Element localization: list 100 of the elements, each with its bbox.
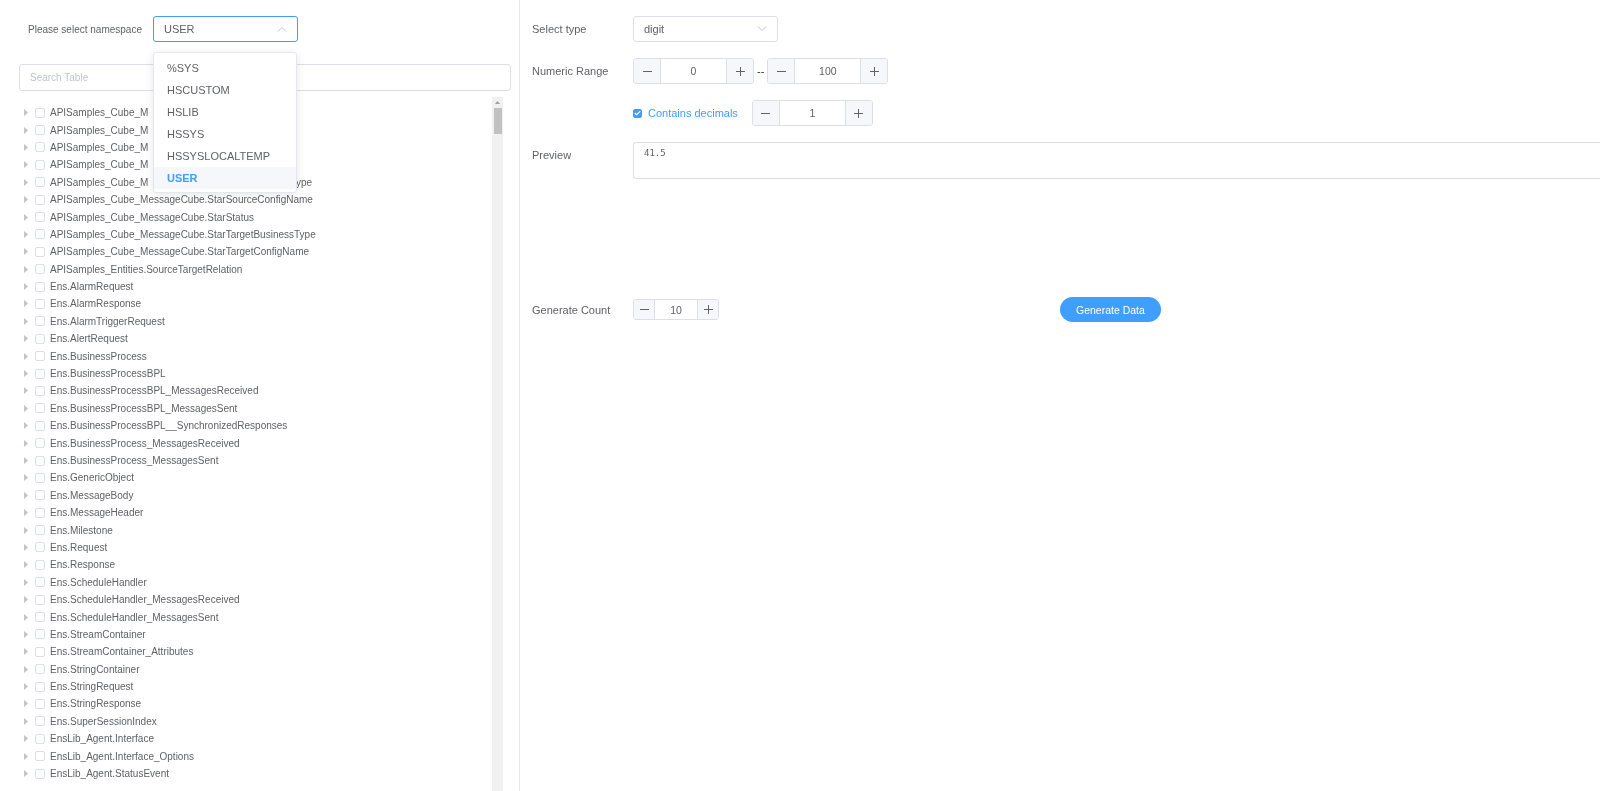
tree-item-label[interactable]: APISamples_Cube_M [50,141,149,153]
checkbox[interactable] [35,768,45,779]
tree-item-label[interactable]: Ens.GenericObject [50,472,134,484]
caret-icon [24,543,28,551]
checkbox[interactable] [35,177,45,188]
tree-item-label[interactable]: Ens.StringResponse [50,698,142,710]
caret-icon [24,300,28,308]
checkbox[interactable] [35,351,45,362]
checkbox[interactable] [35,646,45,657]
preview-textarea[interactable]: 41.5 [633,142,1600,179]
tree-item-label[interactable]: Ens.SuperSessionIndex [50,715,157,727]
tree-item-label[interactable]: APISamples_Cube_M [50,159,149,171]
tree-item-label[interactable]: Ens.BusinessProcess [50,350,147,362]
checkbox[interactable] [35,733,45,744]
checkbox[interactable] [35,698,45,709]
dropdown-option[interactable]: HSSYSLOCALTEMP [153,145,296,167]
checkbox[interactable] [35,629,45,640]
tree-item-label[interactable]: Ens.StringRequest [50,681,134,693]
tree-item-label[interactable]: Ens.StringContainer [50,663,140,675]
tree-item-label[interactable]: EnsLib_Agent.StatusEvent [50,768,169,780]
caret-icon [24,230,28,238]
checkbox[interactable] [35,142,45,153]
checkbox[interactable] [35,525,45,536]
tree-item-label[interactable]: Ens.AlarmResponse [50,298,142,310]
checkbox[interactable] [35,420,45,431]
tree-item-label[interactable]: APISamples_Cube_MessageCube.StarSourceConfigName [50,194,313,206]
scroll-up-icon [495,101,500,104]
checkbox[interactable] [35,751,45,762]
tree-item-label[interactable]: Ens.ScheduleHandler_MessagesReceived [50,594,240,606]
tree-item-label[interactable]: Ens.BusinessProcess_MessagesSent [50,455,219,466]
tree-item-label[interactable]: APISamples_Cube_M [50,124,149,136]
tree-item-label[interactable]: Ens.Request [50,541,108,553]
caret-icon [24,387,28,395]
checkbox[interactable] [35,542,45,553]
dropdown-option[interactable]: %SYS [153,57,296,79]
checkbox[interactable] [35,455,45,466]
tree-item-label[interactable]: Ens.AlarmTriggerRequest [50,315,165,327]
tree-item-label[interactable]: APISamples_Cube_MessageCube.StarTargetBusinessType [50,228,316,240]
tree-item-label[interactable]: Ens.ScheduleHandler [50,576,147,588]
chevron-icon [276,26,287,32]
chevron-icon [757,26,767,32]
tree-item-label[interactable]: Ens.StreamContainer [50,628,146,640]
tree-item-label[interactable]: Ens.BusinessProcessBPL [50,368,166,380]
tree-item-label[interactable]: APISamples_Cube_MessageCube.StarTargetConfigName [50,246,310,258]
tree-item-label[interactable]: Ens.MessageBody [50,489,134,501]
tree-item-label[interactable]: APISamples_Cube_M [50,107,149,119]
checkbox[interactable] [35,577,45,588]
checkbox[interactable] [35,281,45,292]
checkbox[interactable] [35,194,45,205]
checkbox[interactable] [35,125,45,136]
caret-icon [24,317,28,325]
tree-item-label[interactable]: Ens.AlarmRequest [50,281,134,293]
checkbox[interactable] [35,716,45,727]
namespace-select[interactable]: USER [152,16,298,42]
checkbox[interactable] [35,299,45,309]
checkbox[interactable] [35,159,45,170]
tree-item-label[interactable]: Ens.Milestone [50,524,113,536]
checkbox[interactable] [35,212,45,223]
type-select[interactable]: digit [633,16,778,42]
checkbox[interactable] [35,681,45,692]
scrollbar[interactable] [492,97,503,791]
checkbox[interactable] [35,612,45,622]
checkbox[interactable] [35,246,45,257]
checkbox[interactable] [35,438,45,449]
checkbox[interactable] [35,229,45,240]
checkbox[interactable] [35,664,45,675]
checkbox[interactable] [35,368,45,379]
checkbox[interactable] [35,594,45,605]
tree-item-label[interactable]: Ens.Response [50,559,116,571]
checkbox[interactable] [35,490,45,501]
dropdown-option[interactable]: HSSYS [153,123,296,145]
checkbox[interactable] [35,385,45,396]
tree-item-label[interactable]: Ens.AlertRequest [50,333,128,345]
caret-icon [24,109,28,117]
tree-item-label[interactable]: EnsLib_Agent.Interface [50,733,154,745]
tree-item-label[interactable]: EnsLib_Agent.Interface_Options [50,750,194,762]
checkbox[interactable] [35,316,45,327]
dropdown-option[interactable]: HSLIB [153,101,296,123]
tree-item-label[interactable]: Ens.BusinessProcess_MessagesReceived [50,437,240,449]
tree-item-label[interactable]: Ens.ScheduleHandler_MessagesSent [50,611,219,623]
checkbox[interactable] [35,507,45,518]
caret-icon [24,648,28,656]
tree-item-label[interactable]: Ens.BusinessProcessBPL_MessagesSent [50,402,238,414]
tree-item-label[interactable]: Ens.MessageHeader [50,507,144,519]
checkbox[interactable] [35,403,45,414]
checkbox[interactable] [35,472,45,483]
tree-item-label[interactable]: Ens.StreamContainer_Attributes [50,646,194,658]
checkbox[interactable] [35,559,45,570]
tree-item-label[interactable]: APISamples_Cube_MessageCube.StarStatus [50,211,254,223]
caret-icon [24,770,28,778]
tree-item-label[interactable]: ype [296,176,313,188]
tree-item-label[interactable]: Ens.BusinessProcessBPL__SynchronizedResponses [50,420,288,432]
checkbox[interactable] [35,333,45,344]
dropdown-option[interactable]: HSCUSTOM [153,79,296,101]
checkbox[interactable] [35,264,45,275]
scrollbar-thumb[interactable] [494,108,502,134]
caret-icon [24,143,28,151]
tree-item-label[interactable]: APISamples_Entities.SourceTargetRelation [50,263,243,275]
tree-item-label[interactable]: Ens.BusinessProcessBPL_MessagesReceived [50,385,259,397]
checkbox[interactable] [35,107,45,118]
